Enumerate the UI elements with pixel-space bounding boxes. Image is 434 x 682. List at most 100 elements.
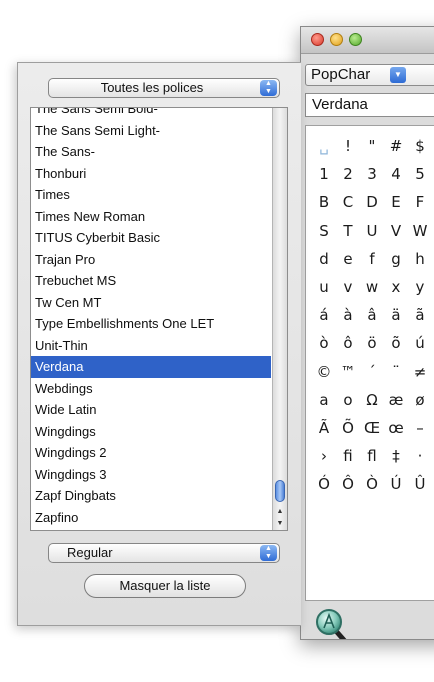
character-cell[interactable]: Ω [360, 386, 384, 414]
character-cell[interactable]: e [336, 245, 360, 273]
font-list-item[interactable]: The Sans Semi Bold- [31, 108, 271, 120]
font-list-scrollbar[interactable]: ▲ ▼ [272, 108, 287, 530]
minimize-window-button[interactable] [330, 33, 343, 46]
font-list-item[interactable]: Wide Latin [31, 399, 271, 421]
scroll-up-arrow-icon[interactable]: ▲ [273, 506, 287, 517]
character-cell[interactable]: › [312, 442, 336, 470]
character-cell[interactable]: F [408, 188, 432, 216]
character-cell[interactable]: U [360, 217, 384, 245]
font-list-item[interactable]: TITUS Cyberbit Basic [31, 227, 271, 249]
character-cell[interactable]: ã [408, 301, 432, 329]
character-cell[interactable]: ø [408, 386, 432, 414]
font-list-item[interactable]: Zapf Dingbats [31, 485, 271, 507]
font-list-item[interactable]: Unit-Thin [31, 335, 271, 357]
font-list[interactable]: The Sans Semi Bold- The Sans Semi Light- T… [30, 107, 288, 531]
font-list-item[interactable]: Tw Cen MT [31, 292, 271, 314]
font-list-item[interactable]: Times New Roman [31, 206, 271, 228]
font-list-item[interactable]: Trebuchet MS [31, 270, 271, 292]
character-cell[interactable]: Ã [312, 414, 336, 442]
character-cell[interactable]: C [336, 188, 360, 216]
character-cell[interactable]: ä [384, 301, 408, 329]
character-cell[interactable]: â [360, 301, 384, 329]
character-cell[interactable]: Õ [336, 414, 360, 442]
character-cell[interactable]: S [312, 217, 336, 245]
font-list-item[interactable]: Zapfino [31, 507, 271, 529]
character-cell[interactable]: w [360, 273, 384, 301]
scroll-thumb[interactable] [275, 480, 285, 502]
character-cell[interactable]: Ú [384, 470, 408, 498]
character-cell[interactable]: ö [360, 329, 384, 357]
character-cell[interactable]: 3 [360, 160, 384, 188]
character-cell[interactable]: 5 [408, 160, 432, 188]
font-list-item[interactable]: Trajan Pro [31, 249, 271, 271]
font-list-item[interactable]: Times [31, 184, 271, 206]
character-cell[interactable]: v [336, 273, 360, 301]
character-cell[interactable]: ‡ [384, 442, 408, 470]
character-cell[interactable]: V [384, 217, 408, 245]
character-cell[interactable]: # [384, 132, 408, 160]
current-font-field[interactable]: Verdana [305, 93, 434, 117]
zoom-window-button[interactable] [349, 33, 362, 46]
character-cell[interactable]: ␣ [312, 132, 336, 160]
hide-list-button[interactable]: Masquer la liste [84, 574, 246, 598]
character-cell[interactable]: œ [384, 414, 408, 442]
character-cell[interactable]: fl [360, 442, 384, 470]
character-cell[interactable]: o [336, 386, 360, 414]
font-style-popup[interactable]: Regular ▲ ▼ [48, 543, 280, 563]
title-bar[interactable] [301, 27, 434, 54]
font-list-item[interactable]: Thonburi [31, 163, 271, 185]
character-cell[interactable]: y [408, 273, 432, 301]
character-cell[interactable]: © [312, 358, 336, 386]
character-cell[interactable]: E [384, 188, 408, 216]
character-cell[interactable]: ! [336, 132, 360, 160]
font-list-item[interactable]: Verdana [31, 356, 271, 378]
character-cell[interactable]: u [312, 273, 336, 301]
character-cell[interactable]: ≠ [408, 358, 432, 386]
close-window-button[interactable] [311, 33, 324, 46]
font-list-item[interactable]: Type Embellishments One LET [31, 313, 271, 335]
character-cell[interactable]: ¨ [384, 358, 408, 386]
character-cell[interactable]: Û [408, 470, 432, 498]
character-cell[interactable]: Œ [360, 414, 384, 442]
character-cell[interactable]: ò [312, 329, 336, 357]
character-cell[interactable]: 2 [336, 160, 360, 188]
character-cell[interactable]: T [336, 217, 360, 245]
character-cell[interactable]: õ [384, 329, 408, 357]
font-list-item[interactable]: Wingdings 2 [31, 442, 271, 464]
font-list-item[interactable]: Wingdings [31, 421, 271, 443]
character-cell[interactable]: æ [384, 386, 408, 414]
magnifier-icon[interactable] [315, 607, 355, 640]
character-cell[interactable]: a [312, 386, 336, 414]
character-cell[interactable]: d [312, 245, 336, 273]
character-cell[interactable]: fi [336, 442, 360, 470]
character-cell[interactable]: à [336, 301, 360, 329]
character-cell[interactable]: f [360, 245, 384, 273]
character-cell[interactable]: ™ [336, 358, 360, 386]
character-cell[interactable]: ô [336, 329, 360, 357]
font-list-item[interactable]: The Sans Semi Light- [31, 120, 271, 142]
character-cell[interactable]: Ó [312, 470, 336, 498]
character-cell[interactable]: W [408, 217, 432, 245]
character-cell[interactable]: ú [408, 329, 432, 357]
character-cell[interactable]: Ò [360, 470, 384, 498]
character-cell[interactable]: B [312, 188, 336, 216]
character-cell[interactable]: $ [408, 132, 432, 160]
character-cell[interactable]: á [312, 301, 336, 329]
character-cell[interactable]: · [408, 442, 432, 470]
font-collection-popup[interactable]: Toutes les polices ▲ ▼ [48, 78, 280, 98]
font-list-item[interactable]: The Sans- [31, 141, 271, 163]
character-cell[interactable]: x [384, 273, 408, 301]
app-selector-dropdown[interactable]: PopChar ▼ [305, 64, 434, 86]
character-cell[interactable]: Ô [336, 470, 360, 498]
scroll-down-arrow-icon[interactable]: ▼ [273, 518, 287, 529]
font-list-item[interactable]: Wingdings 3 [31, 464, 271, 486]
character-cell[interactable]: g [384, 245, 408, 273]
character-cell[interactable]: – [408, 414, 432, 442]
character-cell[interactable]: D [360, 188, 384, 216]
character-cell[interactable]: h [408, 245, 432, 273]
character-cell[interactable]: ´ [360, 358, 384, 386]
character-cell[interactable]: " [360, 132, 384, 160]
character-cell[interactable]: 4 [384, 160, 408, 188]
character-cell[interactable]: 1 [312, 160, 336, 188]
font-list-item[interactable]: Webdings [31, 378, 271, 400]
